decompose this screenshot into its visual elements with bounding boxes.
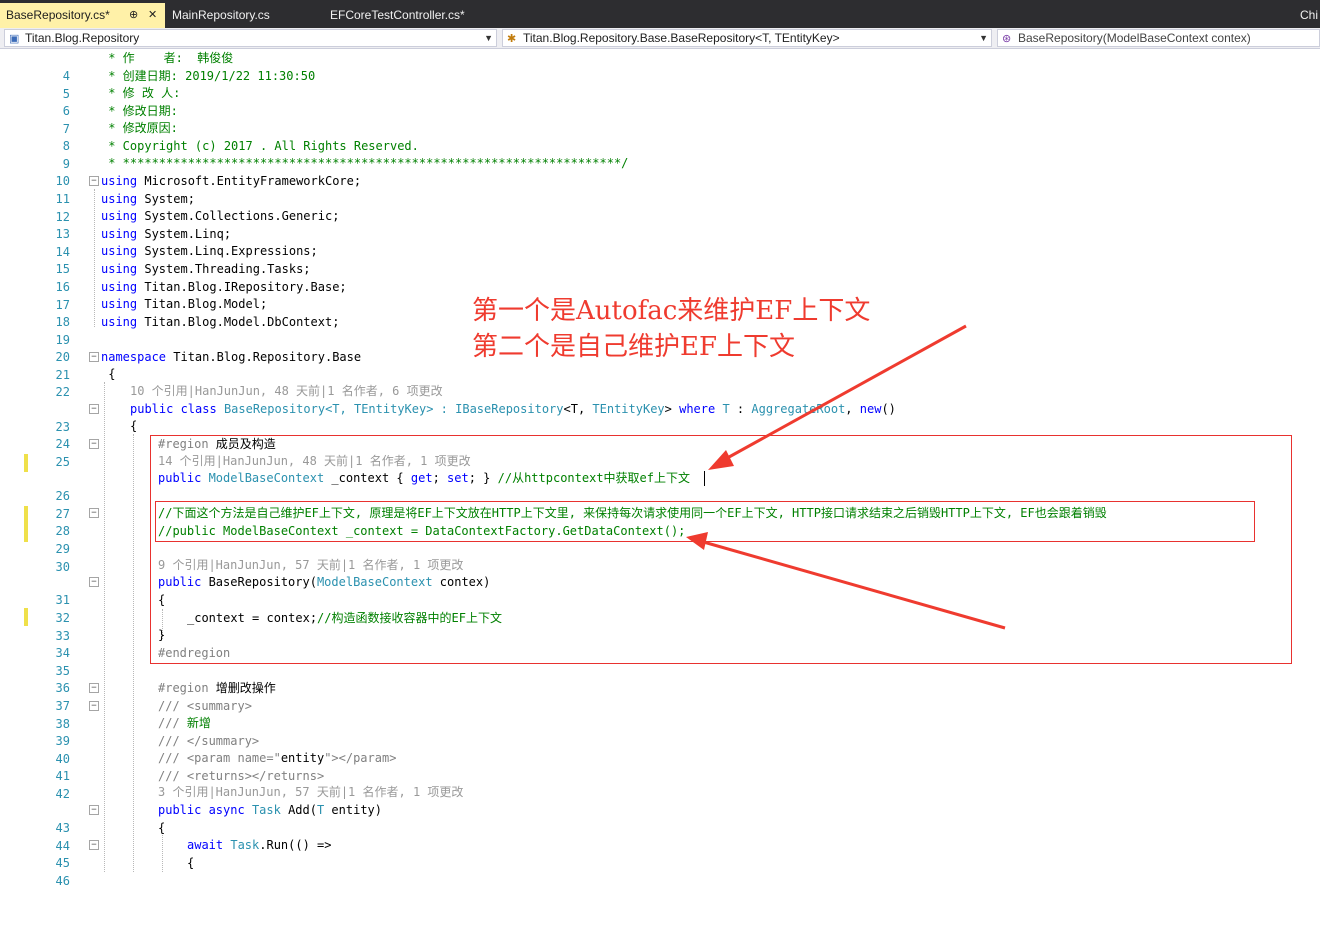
arrow-to-autofac-line [708, 324, 967, 470]
arrow-head [686, 532, 708, 550]
line-number: 46 [55, 874, 70, 888]
arrow-head [708, 450, 734, 470]
arrow-shaft [699, 539, 1006, 630]
annotation-arrows [686, 324, 1006, 630]
arrow-to-datacontext-line [686, 532, 1006, 630]
arrow-shaft [719, 324, 967, 464]
